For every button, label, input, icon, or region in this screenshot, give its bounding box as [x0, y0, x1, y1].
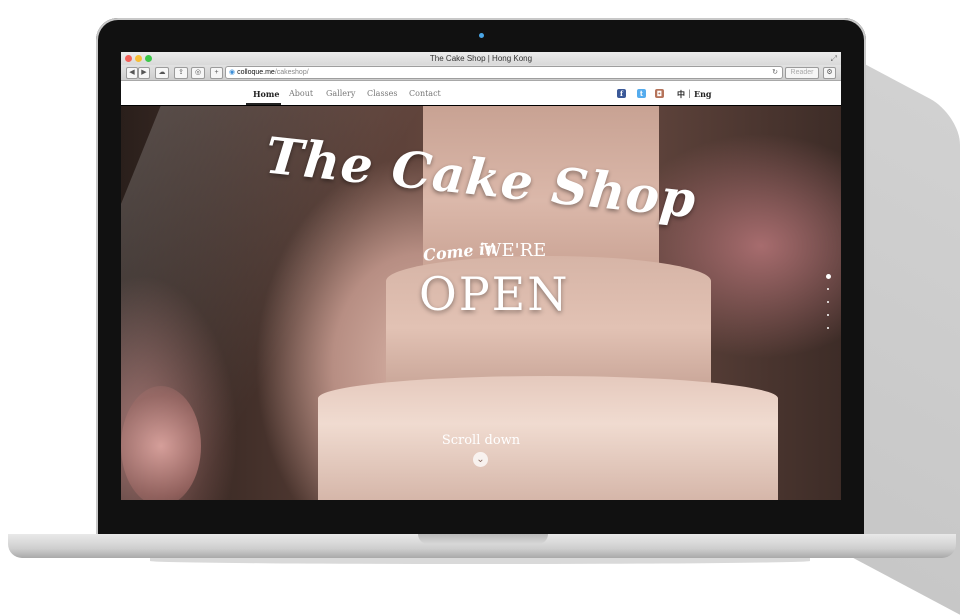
window-controls	[125, 55, 152, 62]
url-path: /cakeshop/	[274, 69, 309, 76]
site-navigation: Home About Gallery Classes Contact f t ◘…	[121, 81, 841, 105]
laptop-base-shadow	[150, 558, 810, 564]
were-text: WE'RE	[483, 240, 547, 261]
page-dot-3[interactable]	[827, 301, 829, 303]
browser-toolbar: ◀ ▶ ☁ ⇪ ◎ + ◉ colloque.me/cakeshop/ ↻ Re…	[121, 65, 841, 81]
instagram-icon[interactable]: ◘	[655, 89, 664, 98]
nav-gallery[interactable]: Gallery	[326, 89, 355, 98]
url-domain: colloque.me	[237, 69, 275, 76]
browser-window: The Cake Shop | Hong Kong ⤢ ◀ ▶ ☁ ⇪ ◎ + …	[121, 52, 841, 500]
reload-icon[interactable]: ↻	[772, 67, 778, 78]
webcam	[479, 33, 484, 38]
twitter-icon[interactable]: t	[637, 89, 646, 98]
facebook-icon[interactable]: f	[617, 89, 626, 98]
open-headline: OPEN	[419, 267, 570, 321]
icloud-icon[interactable]: ☁	[155, 67, 169, 79]
page-dot-4[interactable]	[827, 314, 829, 316]
page-dot-2[interactable]	[827, 288, 829, 290]
globe-icon: ◉	[229, 69, 236, 76]
language-separator: |	[688, 89, 691, 98]
settings-gear-icon[interactable]: ⚙	[823, 67, 836, 79]
nav-classes[interactable]: Classes	[367, 89, 398, 98]
page-dot-5[interactable]	[827, 327, 829, 329]
window-title: The Cake Shop | Hong Kong	[429, 54, 533, 63]
nav-home[interactable]: Home	[253, 89, 279, 99]
back-button[interactable]: ◀	[126, 67, 138, 79]
reading-list-icon[interactable]: ◎	[191, 67, 205, 79]
close-window-button[interactable]	[125, 55, 132, 62]
page-dot-1[interactable]	[826, 274, 831, 279]
language-english[interactable]: Eng	[694, 89, 712, 99]
window-titlebar: The Cake Shop | Hong Kong ⤢	[121, 52, 841, 65]
chevron-down-icon[interactable]: ⌄	[473, 452, 488, 467]
language-chinese[interactable]: 中	[677, 89, 685, 100]
laptop-opening-notch	[418, 534, 548, 544]
nav-about[interactable]: About	[289, 89, 313, 98]
maximize-window-button[interactable]	[145, 55, 152, 62]
reader-button[interactable]: Reader	[785, 67, 819, 79]
address-bar[interactable]: ◉ colloque.me/cakeshop/ ↻	[225, 66, 783, 79]
forward-button[interactable]: ▶	[138, 67, 150, 79]
nav-active-underline	[246, 103, 281, 105]
share-icon[interactable]: ⇪	[174, 67, 188, 79]
minimize-window-button[interactable]	[135, 55, 142, 62]
nav-contact[interactable]: Contact	[409, 89, 441, 98]
scroll-down-label[interactable]: Scroll down	[121, 433, 841, 448]
fullscreen-icon[interactable]: ⤢	[831, 52, 837, 65]
add-bookmark-icon[interactable]: +	[210, 67, 223, 79]
